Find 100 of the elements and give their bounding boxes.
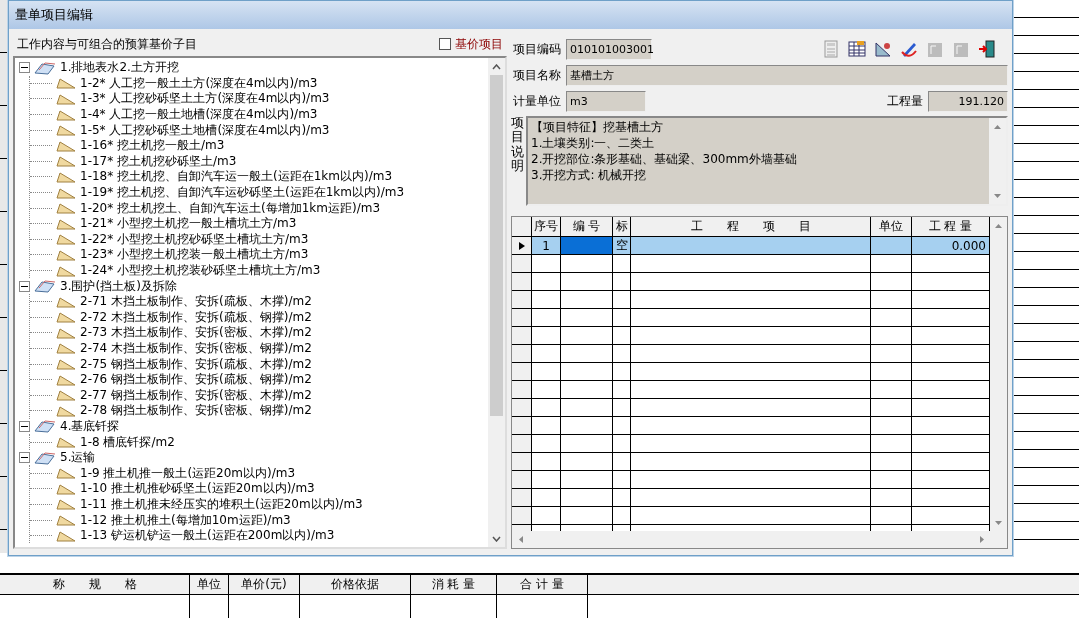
description-line: 2.开挖部位:条形基础、基础梁、300mm外墙基础 — [531, 151, 798, 167]
tree-item[interactable]: 1-12 推土机推土(每增加10m运距)/m3 — [80, 511, 291, 529]
tree-item[interactable]: 1-16* 挖土机挖一般土/m3 — [80, 137, 225, 155]
column-header: 单位 — [871, 217, 912, 236]
table-row[interactable] — [512, 471, 990, 489]
table-row[interactable] — [512, 327, 990, 345]
collapse-icon[interactable] — [19, 62, 30, 74]
tree-connector — [30, 394, 52, 396]
tree-item[interactable]: 1-24* 小型挖土机挖装砂砾坚土槽坑土方/m3 — [80, 262, 321, 279]
checkbox[interactable] — [439, 38, 451, 50]
arrow-up-icon[interactable] — [994, 222, 1003, 229]
tree-item[interactable]: 1-2* 人工挖一般土土方(深度在4m以内)/m3 — [80, 74, 318, 92]
unit-field[interactable]: m3 — [566, 90, 646, 112]
table-row[interactable] — [512, 417, 990, 435]
chevron-up-icon[interactable] — [492, 63, 501, 70]
table-icon[interactable] — [848, 40, 866, 58]
wedge-icon — [56, 186, 76, 199]
tree-item[interactable]: 2-75 钢挡土板制作、安拆(疏板、木撑)/m2 — [80, 355, 312, 373]
arrow-down-icon[interactable] — [994, 519, 1003, 526]
tree-item[interactable]: 1-23* 小型挖土机挖装一般土槽坑土方/m3 — [80, 246, 309, 264]
tree-item[interactable]: 1-11 推土机推未经压实的堆积土(运距20m以内)/m3 — [80, 495, 363, 513]
wedge-icon — [56, 233, 76, 246]
tree-connector — [30, 301, 52, 303]
tree-item[interactable]: 1-8 槽底钎探/m2 — [80, 433, 175, 451]
table-row[interactable] — [512, 291, 990, 309]
tree-group[interactable]: 4.基底钎探 — [60, 417, 120, 435]
table-row[interactable] — [512, 381, 990, 399]
table-row[interactable] — [512, 309, 990, 327]
wedge-icon — [56, 108, 76, 121]
tree-item[interactable]: 1-4* 人工挖一般土地槽(深度在4m以内)/m3 — [80, 106, 318, 124]
description-field[interactable]: 【项目特征】挖基槽土方 1.土壤类别:一、二类土 2.开挖部位:条形基础、基础梁、300mm外墙基础 3.开挖方式: 机械开挖 — [526, 116, 1008, 206]
tree-group[interactable]: 1.排地表水2.土方开挖 — [60, 59, 179, 77]
arrow-right-icon[interactable] — [978, 535, 985, 544]
tree-item[interactable]: 1-18* 挖土机挖、自卸汽车运一般土(运距在1km以内)/m3 — [80, 168, 393, 186]
wedge-icon — [56, 155, 76, 168]
chevron-down-icon[interactable] — [492, 535, 501, 542]
tree-item[interactable]: 1-10 推土机推砂砾坚土(运距20m以内)/m3 — [80, 480, 315, 498]
tree-item[interactable]: 2-73 木挡土板制作、安拆(密板、木撑)/m2 — [80, 324, 312, 342]
description-line: 1.土壤类别:一、二类土 — [531, 135, 656, 151]
table-cell[interactable] — [561, 237, 613, 254]
arrow-up-icon[interactable] — [993, 123, 1002, 130]
column-header: 标 — [613, 217, 631, 236]
table-row[interactable] — [512, 273, 990, 291]
wedge-icon — [56, 93, 76, 105]
tree-item[interactable]: 1-21* 小型挖土机挖一般土槽坑土方/m3 — [80, 215, 297, 233]
tree-item[interactable]: 1-22* 小型挖土机挖砂砾坚土槽坑土方/m3 — [80, 230, 309, 248]
code-field[interactable]: 010101003001 — [566, 38, 652, 60]
tree-item[interactable]: 2-77 钢挡土板制作、安拆(密板、木撑)/m2 — [80, 386, 312, 404]
tree-group[interactable]: 5.运输 — [60, 449, 96, 467]
wedge-icon — [56, 389, 76, 402]
tree-connector — [30, 254, 52, 256]
collapse-icon[interactable] — [19, 420, 30, 432]
quantity-field[interactable]: 191.120 — [928, 90, 1008, 112]
table-row[interactable] — [512, 345, 990, 363]
tree-connector — [30, 441, 52, 443]
tree-connector — [30, 192, 52, 194]
table-row[interactable]: 1 空 0.000 — [512, 237, 990, 255]
wedge-icon — [56, 529, 76, 542]
ruler-icon[interactable] — [874, 40, 892, 58]
tree-connector — [30, 207, 52, 209]
book-icon — [34, 450, 56, 465]
tree-item[interactable]: 1-9 推土机推一般土(运距20m以内)/m3 — [80, 464, 296, 482]
tree-connector — [30, 176, 52, 178]
column-header: 单价(元) — [229, 575, 300, 594]
tree-group[interactable]: 3.围护(挡土板)及拆除 — [60, 277, 177, 295]
collapse-icon[interactable] — [19, 280, 30, 292]
tree-item[interactable]: 1-13 铲运机铲运一般土(运距在200m以内)/m3 — [80, 527, 335, 545]
arrow-left-icon[interactable] — [517, 535, 524, 544]
table-row[interactable] — [512, 507, 990, 525]
tree-item[interactable]: 2-78 钢挡土板制作、安拆(密板、钢撑)/m2 — [80, 402, 312, 420]
tree-item[interactable]: 1-5* 人工挖砂砾坚土地槽(深度在4m以内)/m3 — [80, 121, 330, 139]
table-row[interactable] — [512, 453, 990, 471]
tree-item[interactable]: 1-20* 挖土机挖土、自卸汽车运土(每增加1km运距)/m3 — [80, 199, 381, 217]
tree-item[interactable]: 2-72 木挡土板制作、安拆(疏板、钢撑)/m2 — [80, 308, 312, 326]
window-title: 量单项目编辑 — [9, 1, 1012, 29]
wedge-icon — [56, 342, 76, 355]
wedge-icon — [56, 326, 76, 339]
table-row[interactable] — [512, 489, 990, 507]
wedge-icon — [56, 217, 76, 230]
tree-item[interactable]: 2-76 钢挡土板制作、安拆(疏板、钢撑)/m2 — [80, 371, 312, 389]
tree-item[interactable]: 2-74 木挡土板制作、安拆(密板、钢撑)/m2 — [80, 340, 312, 357]
door-icon[interactable] — [978, 40, 996, 58]
tree-item[interactable]: 2-71 木挡土板制作、安拆(疏板、木撑)/m2 — [80, 293, 312, 311]
table-row[interactable] — [512, 363, 990, 381]
wedge-icon — [56, 77, 76, 90]
name-field[interactable]: 基槽土方 — [566, 64, 1008, 86]
wedge-icon — [56, 482, 76, 495]
column-header: 单位 — [190, 575, 229, 594]
table-row[interactable] — [512, 399, 990, 417]
table-row[interactable] — [512, 255, 990, 273]
collapse-icon[interactable] — [19, 452, 30, 464]
pen-icon[interactable] — [900, 40, 918, 58]
table-row[interactable] — [512, 435, 990, 453]
tree-item[interactable]: 1-19* 挖土机挖、自卸汽车运砂砾坚土(运距在1km以内)/m3 — [80, 184, 405, 202]
tree-connector — [30, 270, 52, 271]
arrow-down-icon[interactable] — [993, 192, 1002, 199]
checkbox-label[interactable]: 基价项目 — [455, 35, 503, 53]
tree-item[interactable]: 1-17* 挖土机挖砂砾坚土/m3 — [80, 152, 237, 170]
tree-item[interactable]: 1-3* 人工挖砂砾坚土土方(深度在4m以内)/m3 — [80, 90, 330, 108]
scrollbar[interactable] — [488, 58, 505, 547]
